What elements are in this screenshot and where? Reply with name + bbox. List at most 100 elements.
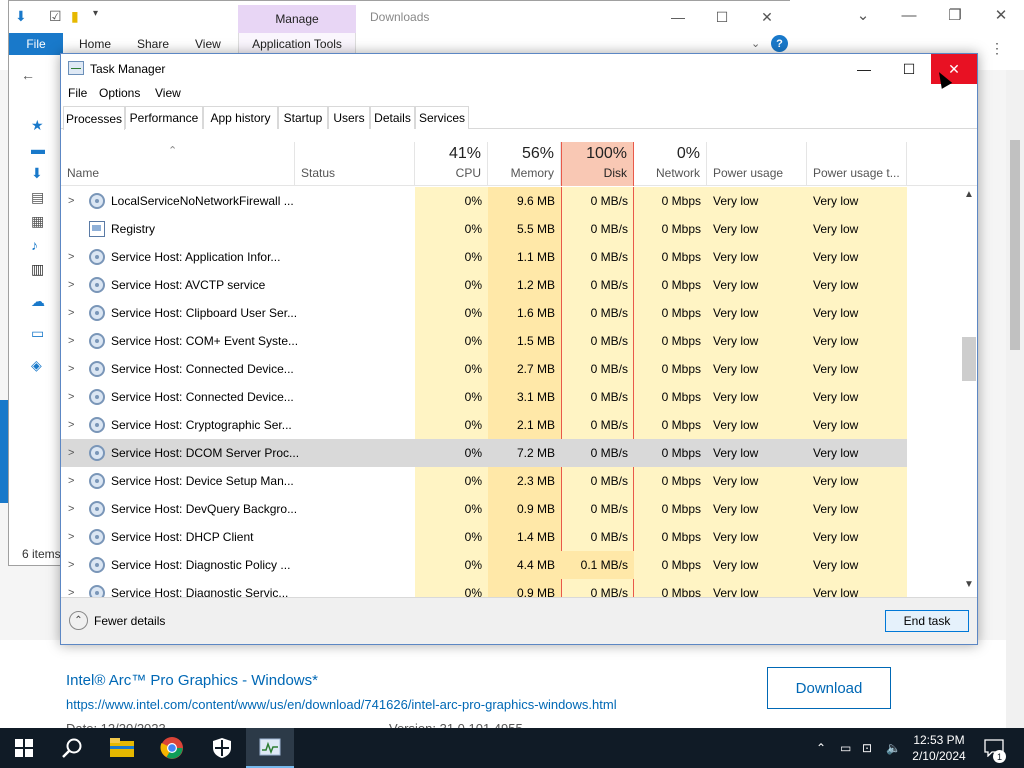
scroll-thumb[interactable] [962, 337, 976, 381]
scroll-down-arrow-icon[interactable]: ▼ [964, 579, 974, 590]
tab-services[interactable]: Services [415, 106, 469, 129]
browser-close-button[interactable]: ✕ [986, 4, 1016, 26]
table-row[interactable]: > Service Host: Application Infor... 0% 1.1… [61, 243, 961, 271]
col-disk[interactable]: 100% Disk [561, 142, 634, 186]
result-title-link[interactable]: Intel® Arc™ Pro Graphics - Windows* [66, 672, 318, 689]
col-name[interactable]: Name [61, 142, 295, 186]
expand-chevron-icon[interactable]: > [68, 299, 74, 327]
fewer-details-link[interactable]: Fewer details [94, 614, 165, 628]
menu-file[interactable]: File [68, 86, 87, 100]
tab-startup[interactable]: Startup [278, 106, 328, 129]
network-tray-icon[interactable]: ⊡ [862, 728, 872, 768]
col-status[interactable]: Status [295, 142, 415, 186]
expand-chevron-icon[interactable]: > [68, 551, 74, 579]
expand-chevron-icon[interactable]: > [68, 187, 74, 215]
table-row[interactable]: > LocalServiceNoNetworkFirewall ... 0% 9.6 … [61, 187, 961, 215]
tab-users[interactable]: Users [328, 106, 370, 129]
table-row[interactable]: > Service Host: Diagnostic Policy ... 0% 4.… [61, 551, 961, 579]
desktop-icon[interactable]: ▬ [31, 141, 45, 157]
quick-access-down-icon[interactable]: ⬇ [15, 8, 27, 25]
menu-options[interactable]: Options [99, 86, 140, 100]
action-center-button[interactable]: 1 [984, 728, 1006, 768]
tm-minimize-button[interactable]: — [841, 54, 887, 84]
explorer-minimize-button[interactable]: — [663, 7, 693, 27]
back-arrow-icon[interactable]: ← [21, 67, 35, 83]
documents-icon[interactable]: ▤ [31, 189, 44, 206]
expand-chevron-icon[interactable]: > [68, 411, 74, 439]
browser-restore-button[interactable]: ❐ [940, 4, 970, 26]
onedrive-icon[interactable]: ☁ [31, 293, 45, 310]
tab-processes[interactable]: Processes [63, 106, 125, 130]
show-hidden-icons-chevron-icon[interactable]: ⌃ [816, 728, 826, 768]
taskbar-file-explorer[interactable] [98, 728, 146, 768]
ribbon-expand-chevron-icon[interactable]: ⌄ [751, 37, 760, 50]
col-power-trend[interactable]: Power usage t... [807, 142, 907, 186]
col-network[interactable]: 0% Network [634, 142, 707, 186]
videos-icon[interactable]: ▥ [31, 261, 44, 278]
quick-access-star-icon[interactable]: ★ [31, 117, 44, 134]
expand-chevron-icon[interactable]: > [68, 523, 74, 551]
search-button[interactable] [48, 728, 96, 768]
col-cpu[interactable]: 41% CPU [415, 142, 488, 186]
expand-chevron-icon[interactable]: > [68, 439, 74, 467]
table-row[interactable]: > Service Host: Connected Device... 0% 2.7 … [61, 355, 961, 383]
process-list-scrollbar[interactable]: ▲ ▼ [961, 187, 977, 597]
end-task-button[interactable]: End task [885, 610, 969, 632]
taskbar-chrome[interactable] [148, 728, 196, 768]
expand-chevron-icon[interactable]: > [68, 355, 74, 383]
table-row[interactable]: > Service Host: COM+ Event Syste... 0% 1.5 … [61, 327, 961, 355]
ribbon-tab-file[interactable]: File [9, 33, 63, 55]
expand-chevron-icon[interactable]: > [68, 467, 74, 495]
network-icon[interactable]: ◈ [31, 357, 42, 374]
table-row[interactable]: > Service Host: Device Setup Man... 0% 2.3 … [61, 467, 961, 495]
download-button[interactable]: Download [767, 667, 891, 709]
expand-chevron-icon[interactable]: > [68, 383, 74, 411]
customize-qa-icon[interactable]: ▾ [93, 8, 98, 19]
help-icon[interactable]: ? [771, 35, 788, 52]
tm-maximize-button[interactable]: ☐ [886, 54, 932, 84]
music-icon[interactable]: ♪ [31, 237, 38, 253]
browser-scrollbar[interactable] [1006, 70, 1024, 728]
this-pc-icon[interactable]: ▭ [31, 325, 44, 342]
explorer-maximize-button[interactable]: ☐ [707, 7, 737, 27]
table-row[interactable]: > Service Host: DHCP Client 0% 1.4 MB 0 MB/s… [61, 523, 961, 551]
tm-title-bar[interactable]: Task Manager — ☐ ✕ [61, 54, 977, 84]
ribbon-tab-share[interactable]: Share [137, 37, 169, 51]
manage-tab[interactable]: Manage [238, 5, 356, 33]
expand-chevron-icon[interactable]: > [68, 495, 74, 523]
table-row[interactable]: Registry 0% 5.5 MB 0 MB/s 0 Mbps Very low Very… [61, 215, 961, 243]
col-power[interactable]: Power usage [707, 142, 807, 186]
taskbar-clock[interactable]: 12:53 PM 2/10/2024 [906, 732, 972, 764]
downloads-icon[interactable]: ⬇ [31, 165, 43, 182]
result-url-link[interactable]: https://www.intel.com/content/www/us/en/… [66, 697, 617, 712]
ribbon-tab-home[interactable]: Home [79, 37, 111, 51]
table-row[interactable]: > Service Host: Diagnostic Servic... 0% 0.9… [61, 579, 961, 597]
fewer-details-chevron-icon[interactable]: ⌃ [69, 611, 88, 630]
volume-icon[interactable]: 🔈 [886, 728, 901, 768]
table-row[interactable]: > Service Host: Connected Device... 0% 3.1 … [61, 383, 961, 411]
tab-app-history[interactable]: App history [203, 106, 278, 129]
tab-performance[interactable]: Performance [125, 106, 203, 129]
table-row[interactable]: > Service Host: AVCTP service 0% 1.2 MB 0 MB… [61, 271, 961, 299]
properties-icon[interactable]: ☑ [49, 8, 62, 25]
ribbon-tab-application-tools[interactable]: Application Tools [238, 33, 356, 55]
menu-view[interactable]: View [155, 86, 181, 100]
table-row[interactable]: > Service Host: DCOM Server Proc... 0% 7.2 … [61, 439, 961, 467]
explorer-close-button[interactable]: ✕ [752, 7, 782, 27]
new-folder-icon[interactable]: ▮ [71, 8, 79, 25]
col-memory[interactable]: 56% Memory [488, 142, 561, 186]
browser-scroll-thumb[interactable] [1010, 140, 1020, 350]
expand-chevron-icon[interactable]: > [68, 327, 74, 355]
start-button[interactable] [0, 728, 48, 768]
tab-search-icon[interactable]: ⌄ [848, 4, 878, 26]
ribbon-tab-view[interactable]: View [195, 37, 221, 51]
taskbar-task-manager[interactable] [246, 728, 294, 768]
browser-menu-icon[interactable]: ⋮ [990, 40, 1004, 57]
tab-details[interactable]: Details [370, 106, 415, 129]
expand-chevron-icon[interactable]: > [68, 271, 74, 299]
tray-device-icon[interactable]: ▭ [840, 728, 851, 768]
pictures-icon[interactable]: ▦ [31, 213, 44, 230]
scroll-up-arrow-icon[interactable]: ▲ [964, 189, 974, 200]
expand-chevron-icon[interactable]: > [68, 243, 74, 271]
table-row[interactable]: > Service Host: Clipboard User Ser... 0% 1.… [61, 299, 961, 327]
